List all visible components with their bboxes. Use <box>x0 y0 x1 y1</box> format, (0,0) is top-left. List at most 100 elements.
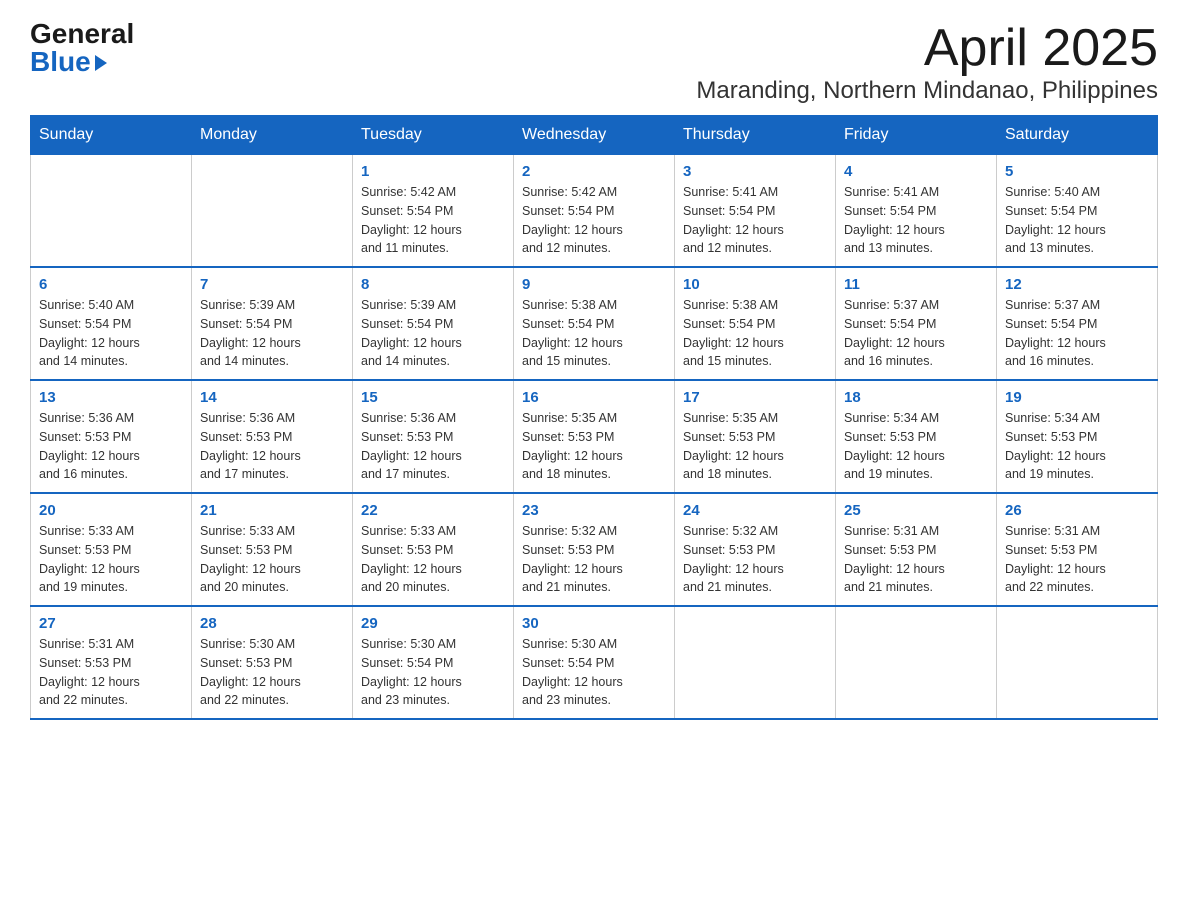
day-info: Sunrise: 5:42 AM Sunset: 5:54 PM Dayligh… <box>522 183 666 258</box>
day-number: 26 <box>1005 502 1149 519</box>
calendar-cell <box>675 606 836 719</box>
calendar-cell: 13 Sunrise: 5:36 AM Sunset: 5:53 PM Dayli… <box>31 380 192 493</box>
calendar-week-row: 6 Sunrise: 5:40 AM Sunset: 5:54 PM Daylig… <box>31 267 1158 380</box>
calendar-cell <box>836 606 997 719</box>
calendar-cell: 9 Sunrise: 5:38 AM Sunset: 5:54 PM Daylig… <box>514 267 675 380</box>
day-number: 11 <box>844 276 988 293</box>
calendar-cell: 25Sunrise: 5:31 AM Sunset: 5:53 PM Dayli… <box>836 493 997 606</box>
logo-general-text: General <box>30 20 134 48</box>
calendar-cell: 7Sunrise: 5:39 AM Sunset: 5:54 PM Daylig… <box>192 267 353 380</box>
calendar-cell: 19 Sunrise: 5:34 AM Sunset: 5:53 PM Dayli… <box>997 380 1158 493</box>
day-info: Sunrise: 5:37 AM Sunset: 5:54 PM Dayligh… <box>844 296 988 371</box>
day-number: 16 <box>522 389 666 406</box>
day-number: 10 <box>683 276 827 293</box>
day-info: Sunrise: 5:30 AM Sunset: 5:54 PM Dayligh… <box>522 635 666 710</box>
calendar-header-monday: Monday <box>192 116 353 155</box>
calendar-cell: 17 Sunrise: 5:35 AM Sunset: 5:53 PM Dayli… <box>675 380 836 493</box>
day-info: Sunrise: 5:35 AM Sunset: 5:53 PM Dayligh… <box>683 409 827 484</box>
day-info: Sunrise: 5:30 AM Sunset: 5:53 PM Dayligh… <box>200 635 344 710</box>
calendar-cell: 5 Sunrise: 5:40 AM Sunset: 5:54 PM Daylig… <box>997 155 1158 268</box>
day-info: Sunrise: 5:41 AM Sunset: 5:54 PM Dayligh… <box>683 183 827 258</box>
day-number: 23 <box>522 502 666 519</box>
calendar-cell: 2 Sunrise: 5:42 AM Sunset: 5:54 PM Daylig… <box>514 155 675 268</box>
day-info: Sunrise: 5:36 AM Sunset: 5:53 PM Dayligh… <box>200 409 344 484</box>
page-subtitle: Maranding, Northern Mindanao, Philippine… <box>696 77 1158 105</box>
day-number: 18 <box>844 389 988 406</box>
calendar-header-friday: Friday <box>836 116 997 155</box>
day-number: 4 <box>844 163 988 180</box>
day-number: 27 <box>39 615 183 632</box>
day-number: 29 <box>361 615 505 632</box>
day-number: 5 <box>1005 163 1149 180</box>
day-number: 28 <box>200 615 344 632</box>
calendar-cell <box>997 606 1158 719</box>
day-info: Sunrise: 5:41 AM Sunset: 5:54 PM Dayligh… <box>844 183 988 258</box>
calendar-cell: 22 Sunrise: 5:33 AM Sunset: 5:53 PM Dayli… <box>353 493 514 606</box>
day-info: Sunrise: 5:31 AM Sunset: 5:53 PM Dayligh… <box>39 635 183 710</box>
day-info: Sunrise: 5:42 AM Sunset: 5:54 PM Dayligh… <box>361 183 505 258</box>
day-info: Sunrise: 5:40 AM Sunset: 5:54 PM Dayligh… <box>39 296 183 371</box>
day-number: 19 <box>1005 389 1149 406</box>
logo-blue-text: Blue <box>30 48 107 76</box>
logo-arrow-icon <box>95 55 107 71</box>
day-number: 20 <box>39 502 183 519</box>
calendar-cell: 23 Sunrise: 5:32 AM Sunset: 5:53 PM Dayli… <box>514 493 675 606</box>
calendar-cell: 15Sunrise: 5:36 AM Sunset: 5:53 PM Dayli… <box>353 380 514 493</box>
day-number: 21 <box>200 502 344 519</box>
calendar-cell: 3Sunrise: 5:41 AM Sunset: 5:54 PM Daylig… <box>675 155 836 268</box>
calendar-week-row: 27 Sunrise: 5:31 AM Sunset: 5:53 PM Dayli… <box>31 606 1158 719</box>
day-info: Sunrise: 5:34 AM Sunset: 5:53 PM Dayligh… <box>1005 409 1149 484</box>
calendar-cell: 12Sunrise: 5:37 AM Sunset: 5:54 PM Dayli… <box>997 267 1158 380</box>
day-info: Sunrise: 5:39 AM Sunset: 5:54 PM Dayligh… <box>361 296 505 371</box>
day-number: 24 <box>683 502 827 519</box>
day-number: 9 <box>522 276 666 293</box>
page-title: April 2025 <box>696 20 1158 77</box>
page-header: General Blue April 2025 Maranding, North… <box>30 20 1158 105</box>
day-number: 22 <box>361 502 505 519</box>
day-info: Sunrise: 5:31 AM Sunset: 5:53 PM Dayligh… <box>1005 522 1149 597</box>
calendar-cell: 8 Sunrise: 5:39 AM Sunset: 5:54 PM Daylig… <box>353 267 514 380</box>
calendar-cell: 16 Sunrise: 5:35 AM Sunset: 5:53 PM Dayli… <box>514 380 675 493</box>
day-number: 8 <box>361 276 505 293</box>
day-info: Sunrise: 5:34 AM Sunset: 5:53 PM Dayligh… <box>844 409 988 484</box>
calendar-cell: 6 Sunrise: 5:40 AM Sunset: 5:54 PM Daylig… <box>31 267 192 380</box>
day-info: Sunrise: 5:30 AM Sunset: 5:54 PM Dayligh… <box>361 635 505 710</box>
calendar-cell: 26 Sunrise: 5:31 AM Sunset: 5:53 PM Dayli… <box>997 493 1158 606</box>
calendar-cell: 29 Sunrise: 5:30 AM Sunset: 5:54 PM Dayli… <box>353 606 514 719</box>
day-number: 14 <box>200 389 344 406</box>
calendar-cell: 20Sunrise: 5:33 AM Sunset: 5:53 PM Dayli… <box>31 493 192 606</box>
calendar-cell: 30 Sunrise: 5:30 AM Sunset: 5:54 PM Dayli… <box>514 606 675 719</box>
day-info: Sunrise: 5:39 AM Sunset: 5:54 PM Dayligh… <box>200 296 344 371</box>
day-info: Sunrise: 5:38 AM Sunset: 5:54 PM Dayligh… <box>683 296 827 371</box>
day-info: Sunrise: 5:35 AM Sunset: 5:53 PM Dayligh… <box>522 409 666 484</box>
day-number: 15 <box>361 389 505 406</box>
day-info: Sunrise: 5:33 AM Sunset: 5:53 PM Dayligh… <box>361 522 505 597</box>
calendar-header-sunday: Sunday <box>31 116 192 155</box>
day-number: 13 <box>39 389 183 406</box>
calendar-week-row: 1Sunrise: 5:42 AM Sunset: 5:54 PM Daylig… <box>31 155 1158 268</box>
day-number: 17 <box>683 389 827 406</box>
calendar-cell: 14 Sunrise: 5:36 AM Sunset: 5:53 PM Dayli… <box>192 380 353 493</box>
day-info: Sunrise: 5:38 AM Sunset: 5:54 PM Dayligh… <box>522 296 666 371</box>
calendar-cell: 27 Sunrise: 5:31 AM Sunset: 5:53 PM Dayli… <box>31 606 192 719</box>
calendar-cell: 21Sunrise: 5:33 AM Sunset: 5:53 PM Dayli… <box>192 493 353 606</box>
calendar-cell: 10 Sunrise: 5:38 AM Sunset: 5:54 PM Dayli… <box>675 267 836 380</box>
calendar-header-saturday: Saturday <box>997 116 1158 155</box>
day-info: Sunrise: 5:37 AM Sunset: 5:54 PM Dayligh… <box>1005 296 1149 371</box>
day-info: Sunrise: 5:36 AM Sunset: 5:53 PM Dayligh… <box>39 409 183 484</box>
calendar-cell: 28 Sunrise: 5:30 AM Sunset: 5:53 PM Dayli… <box>192 606 353 719</box>
day-info: Sunrise: 5:31 AM Sunset: 5:53 PM Dayligh… <box>844 522 988 597</box>
title-block: April 2025 Maranding, Northern Mindanao,… <box>696 20 1158 105</box>
day-number: 30 <box>522 615 666 632</box>
day-number: 6 <box>39 276 183 293</box>
day-info: Sunrise: 5:32 AM Sunset: 5:53 PM Dayligh… <box>683 522 827 597</box>
calendar-cell <box>192 155 353 268</box>
logo: General Blue <box>30 20 134 76</box>
calendar-table: SundayMondayTuesdayWednesdayThursdayFrid… <box>30 115 1158 720</box>
calendar-header-wednesday: Wednesday <box>514 116 675 155</box>
day-number: 2 <box>522 163 666 180</box>
calendar-header-tuesday: Tuesday <box>353 116 514 155</box>
day-info: Sunrise: 5:40 AM Sunset: 5:54 PM Dayligh… <box>1005 183 1149 258</box>
calendar-cell: 11 Sunrise: 5:37 AM Sunset: 5:54 PM Dayli… <box>836 267 997 380</box>
day-info: Sunrise: 5:32 AM Sunset: 5:53 PM Dayligh… <box>522 522 666 597</box>
